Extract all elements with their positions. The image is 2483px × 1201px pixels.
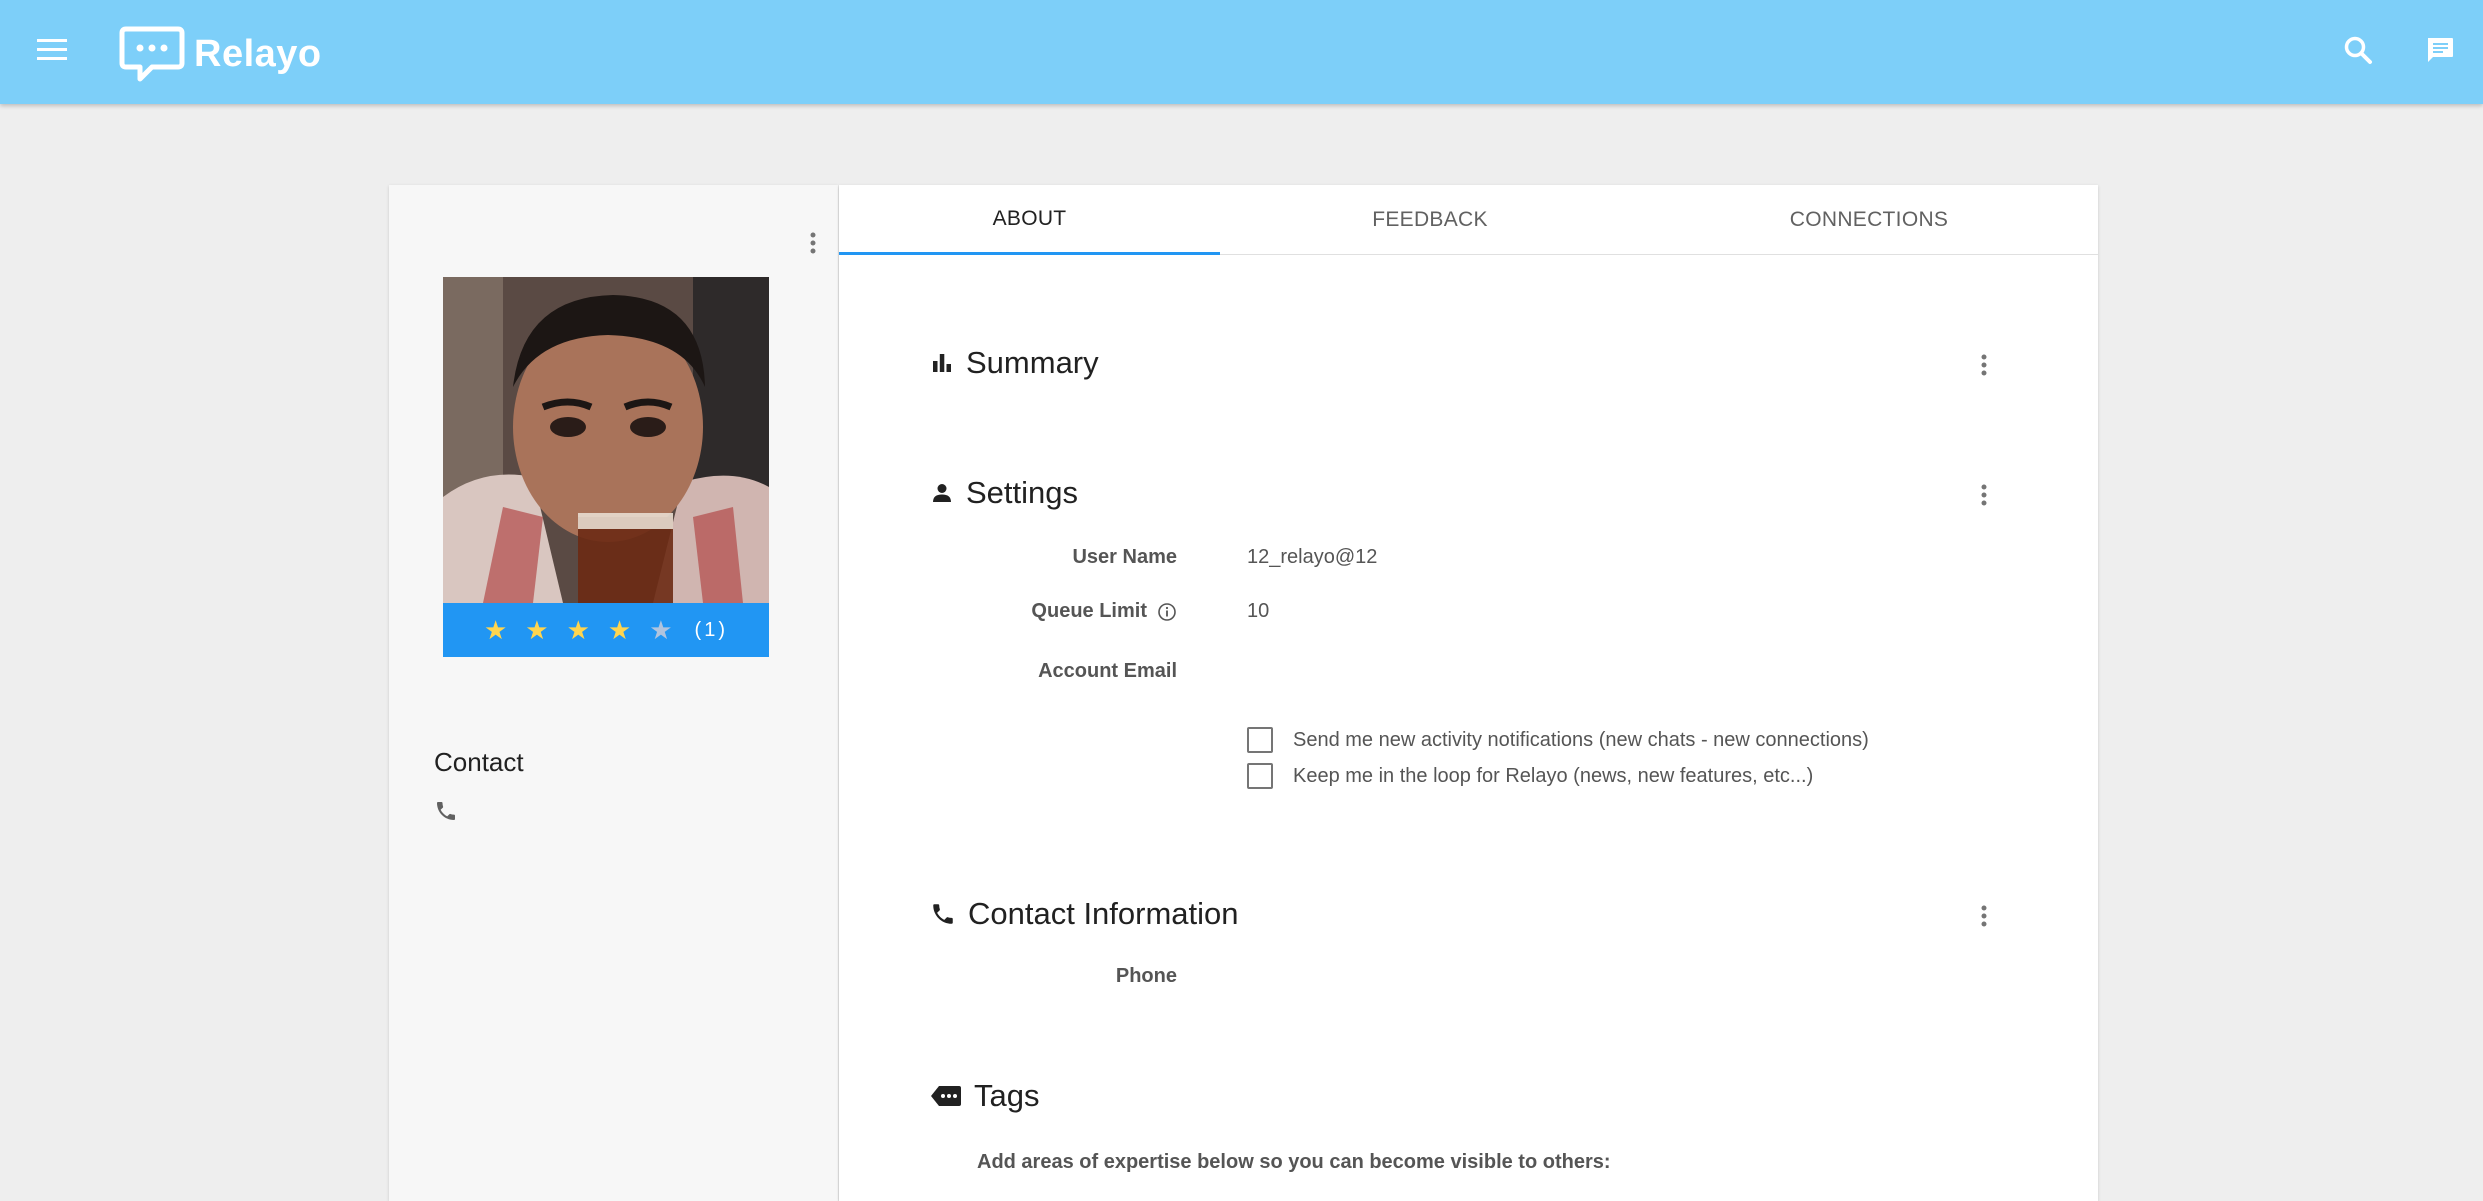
settings-title: Settings <box>966 475 1079 510</box>
activity-notifications-label: Send me new activity notifications (new … <box>1293 728 1869 751</box>
person-icon <box>933 484 951 502</box>
activity-notifications-option[interactable]: Send me new activity notifications (new … <box>1247 726 1869 754</box>
user-name-value[interactable]: 12_relayo@12 <box>1247 546 1377 569</box>
tags-section-header: Tags <box>930 1076 1039 1116</box>
queue-limit-value[interactable]: 10 <box>1247 600 1269 623</box>
summary-section-header: Summary <box>930 343 1099 383</box>
contact-heading: Contact <box>434 747 524 777</box>
search-icon[interactable] <box>2338 30 2378 70</box>
app-name: Relayo <box>194 32 322 75</box>
contact-info-title: Contact Information <box>968 896 1239 931</box>
contact-info-more-options-icon[interactable] <box>1972 896 1996 936</box>
newsletter-checkbox[interactable] <box>1247 763 1273 789</box>
phone-icon[interactable] <box>434 799 462 827</box>
chat-icon[interactable] <box>2420 30 2460 70</box>
tags-title: Tags <box>974 1078 1040 1113</box>
user-name-label: User Name <box>1072 546 1177 568</box>
menu-icon[interactable] <box>36 34 68 66</box>
phone-icon <box>933 904 953 924</box>
info-icon[interactable] <box>1157 602 1177 622</box>
rating-bar[interactable]: ★ ★ ★ ★ ★ (1) <box>443 603 769 657</box>
settings-section-header: Settings <box>930 473 1078 513</box>
phone-label: Phone <box>1115 965 1177 987</box>
profile-tabs: ABOUT FEEDBACK CONNECTIONS <box>839 185 2098 255</box>
newsletter-label: Keep me in the loop for Relayo (news, ne… <box>1293 764 1814 787</box>
activity-notifications-checkbox[interactable] <box>1247 727 1273 753</box>
top-app-bar: Relayo <box>0 0 2483 104</box>
contact-info-section-header: Contact Information <box>930 894 1239 934</box>
star-filled-icon: ★ <box>607 615 632 645</box>
queue-limit-label: Queue Limit <box>1031 600 1177 623</box>
rating-count: (1) <box>694 618 728 641</box>
account-email-label: Account Email <box>1038 660 1177 682</box>
tags-hint: Add areas of expertise below so you can … <box>977 1151 1611 1173</box>
star-filled-icon: ★ <box>483 615 508 645</box>
settings-more-options-icon[interactable] <box>1972 475 1996 515</box>
relayo-logo-icon <box>119 26 185 82</box>
tab-about[interactable]: ABOUT <box>839 185 1220 255</box>
newsletter-option[interactable]: Keep me in the loop for Relayo (news, ne… <box>1247 762 1813 790</box>
about-panel: ABOUT FEEDBACK CONNECTIONS Summary Setti… <box>839 185 2098 1201</box>
star-empty-icon: ★ <box>649 615 673 645</box>
tab-connections[interactable]: CONNECTIONS <box>1640 185 2098 255</box>
star-filled-icon: ★ <box>566 615 590 645</box>
tab-feedback[interactable]: FEEDBACK <box>1220 185 1640 255</box>
relayo-logo[interactable]: Relayo <box>118 24 322 84</box>
bar-chart-icon <box>933 354 951 372</box>
profile-card: ★ ★ ★ ★ ★ (1) Contact <box>389 185 838 1201</box>
star-filled-icon: ★ <box>525 615 549 645</box>
profile-more-options-icon[interactable] <box>801 223 825 263</box>
avatar[interactable] <box>443 277 769 603</box>
summary-title: Summary <box>966 345 1099 380</box>
tag-icon <box>931 1086 961 1106</box>
summary-more-options-icon[interactable] <box>1972 345 1996 385</box>
